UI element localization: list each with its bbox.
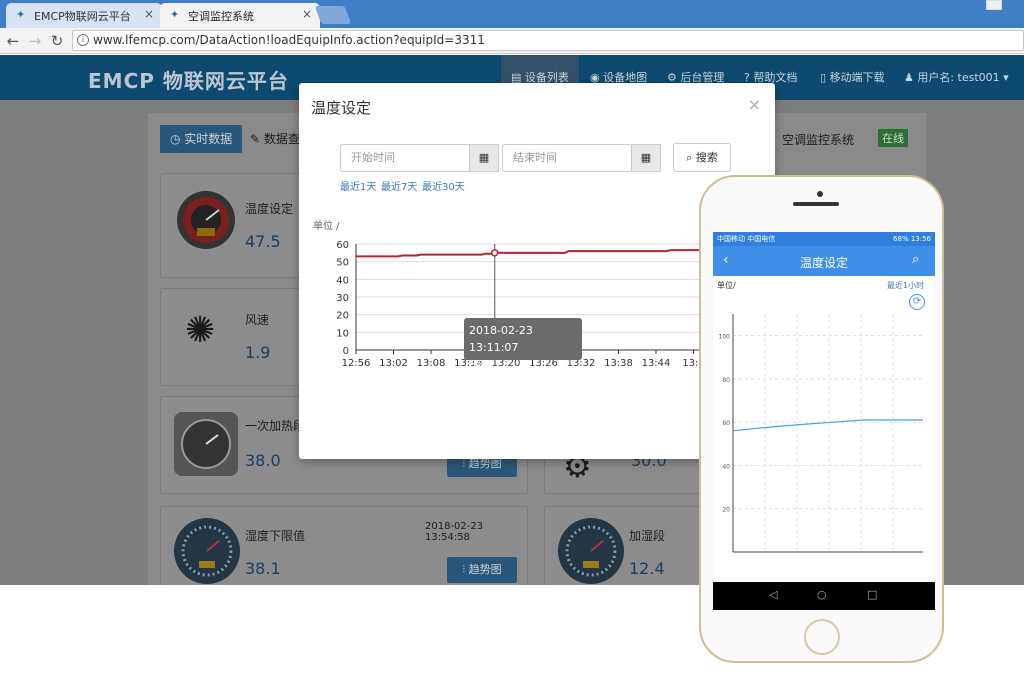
- card-label: 温度设定: [245, 202, 294, 216]
- y-tick-label: 60: [336, 240, 349, 251]
- tab-close-icon[interactable]: ×: [144, 7, 154, 21]
- series-line: [732, 419, 923, 432]
- site-logo[interactable]: EMCP 物联网云平台: [88, 65, 289, 94]
- range-7-days[interactable]: 最近7天: [381, 178, 417, 193]
- browser-toolbar: ← → ↻ i www.lfemcp.com/DataAction!loadEq…: [0, 28, 1024, 54]
- forward-arrow-icon[interactable]: →: [25, 31, 45, 51]
- card-label: 加湿段: [629, 529, 666, 543]
- card-timestamp: 2018-02-23 13:54:58: [425, 521, 484, 543]
- new-tab-button[interactable]: [314, 6, 352, 24]
- y-tick-label: 40: [336, 275, 349, 286]
- card-value: 38.0: [245, 451, 281, 470]
- range-1-day[interactable]: 最近1天: [340, 178, 376, 193]
- nav-recent-icon[interactable]: □: [867, 588, 877, 601]
- phone-app-header: ‹ 温度设定 ⌕: [713, 246, 935, 276]
- phone-camera: [817, 191, 823, 197]
- card-value: 38.1: [245, 559, 281, 578]
- card-label: 湿度下限值: [245, 529, 306, 543]
- battery-time-text: 68% 13:56: [893, 235, 931, 243]
- nav-back-icon[interactable]: ◁: [769, 588, 777, 601]
- x-tick-label: 13:08: [417, 358, 446, 369]
- x-tick-label: 13:02: [379, 358, 408, 369]
- card-label: 一次加热段: [245, 419, 306, 433]
- back-arrow-icon[interactable]: ←: [3, 31, 23, 51]
- dial-icon: [558, 518, 624, 584]
- tab-title: EMCP物联网云平台: [34, 10, 131, 23]
- tab-close-icon[interactable]: ×: [302, 7, 312, 21]
- y-tick-label: 20: [336, 311, 349, 322]
- tooltip-value: 55: [469, 358, 483, 371]
- speedometer-icon: [174, 412, 238, 476]
- x-tick-label: 13:38: [604, 358, 633, 369]
- browser-tab-bar: ✦ EMCP物联网云平台 × ✦ 空调监控系统 ×: [0, 0, 1024, 28]
- card-value: 1.9: [245, 343, 271, 362]
- phone-home-button[interactable]: [804, 619, 840, 655]
- system-name: 空调监控系统: [782, 133, 855, 147]
- range-30-days[interactable]: 最近30天: [422, 178, 465, 193]
- tab-realtime-data[interactable]: ◷ 实时数据: [160, 125, 243, 153]
- y-tick-label: 50: [336, 258, 349, 269]
- y-axis-label: 单位 /: [313, 219, 340, 232]
- card-value: 47.5: [245, 232, 281, 251]
- trend-chart-button[interactable]: ⫶ 趋势图: [447, 557, 517, 583]
- y-tick-label: 40: [722, 463, 730, 470]
- calendar-icon[interactable]: ▦: [469, 144, 499, 172]
- hover-point: [491, 249, 499, 257]
- window-control[interactable]: [986, 0, 1002, 10]
- dial-icon: [174, 518, 240, 584]
- url-text: www.lfemcp.com/DataAction!loadEquipInfo.…: [93, 33, 485, 47]
- modal-title: 温度设定: [311, 99, 372, 117]
- end-time-input[interactable]: 结束时间: [502, 144, 632, 172]
- start-time-input[interactable]: 开始时间: [340, 144, 470, 172]
- carrier-text: 中国移动 中国电信: [717, 235, 776, 243]
- nav-home-icon[interactable]: ○: [817, 588, 827, 601]
- phone-line-chart[interactable]: 20 40 60 80 100: [713, 302, 935, 580]
- tooltip-time: 2018-02-23 13:11:07: [469, 324, 533, 354]
- phone-screen: 中国移动 中国电信 68% 13:56 ‹ 温度设定 ⌕ 单位/ 最近1小时 ⟳…: [713, 232, 935, 610]
- y-tick-label: 20: [722, 507, 730, 514]
- browser-tab-emcp[interactable]: ✦ EMCP物联网云平台 ×: [6, 3, 162, 28]
- phone-range-label[interactable]: 最近1小时: [887, 280, 924, 291]
- phone-mockup: 中国移动 中国电信 68% 13:56 ‹ 温度设定 ⌕ 单位/ 最近1小时 ⟳…: [699, 175, 944, 663]
- x-tick-label: 13:44: [642, 358, 671, 369]
- y-tick-label: 10: [336, 328, 349, 339]
- info-icon[interactable]: i: [77, 34, 89, 46]
- gauge-red-icon: [177, 191, 235, 249]
- x-tick-label: 12:56: [342, 358, 371, 369]
- search-icon[interactable]: ⌕: [912, 252, 919, 267]
- search-button[interactable]: ⌕ 搜索: [673, 143, 731, 172]
- calendar-icon[interactable]: ▦: [631, 144, 661, 172]
- y-tick-label: 0: [343, 346, 349, 357]
- address-bar[interactable]: i www.lfemcp.com/DataAction!loadEquipInf…: [72, 30, 1024, 51]
- phone-status-bar: 中国移动 中国电信 68% 13:56: [713, 232, 935, 246]
- browser-tab-aircon[interactable]: ✦ 空调监控系统 ×: [160, 3, 320, 28]
- site-favicon-icon: ✦: [16, 8, 26, 21]
- card-humidity-low[interactable]: 湿度下限值 2018-02-23 13:54:58 38.1 ⫶ 趋势图: [160, 506, 528, 585]
- fan-icon: ✺: [185, 310, 216, 351]
- chart-tooltip: 2018-02-23 13:11:07 55: [464, 318, 582, 371]
- nav-user-menu[interactable]: ♟ 用户名: test001 ▾: [904, 55, 1009, 100]
- phone-speaker: [793, 202, 839, 206]
- nav-mobile-download[interactable]: ▯ 移动端下载: [820, 55, 885, 100]
- close-icon[interactable]: ×: [748, 95, 761, 114]
- y-tick-label: 80: [722, 377, 730, 384]
- card-value: 12.4: [629, 559, 665, 578]
- android-nav-bar: ◁ ○ □: [713, 582, 935, 610]
- phone-title: 温度设定: [799, 256, 848, 270]
- phone-unit-label: 单位/: [717, 281, 736, 290]
- reload-icon[interactable]: ↻: [47, 31, 67, 51]
- card-label: 风速: [245, 313, 270, 327]
- status-badge: 在线: [878, 129, 908, 147]
- y-tick-label: 60: [722, 420, 730, 427]
- y-tick-label: 30: [336, 293, 349, 304]
- y-tick-label: 100: [719, 334, 731, 341]
- site-favicon-icon: ✦: [170, 8, 180, 21]
- tab-title: 空调监控系统: [188, 10, 254, 23]
